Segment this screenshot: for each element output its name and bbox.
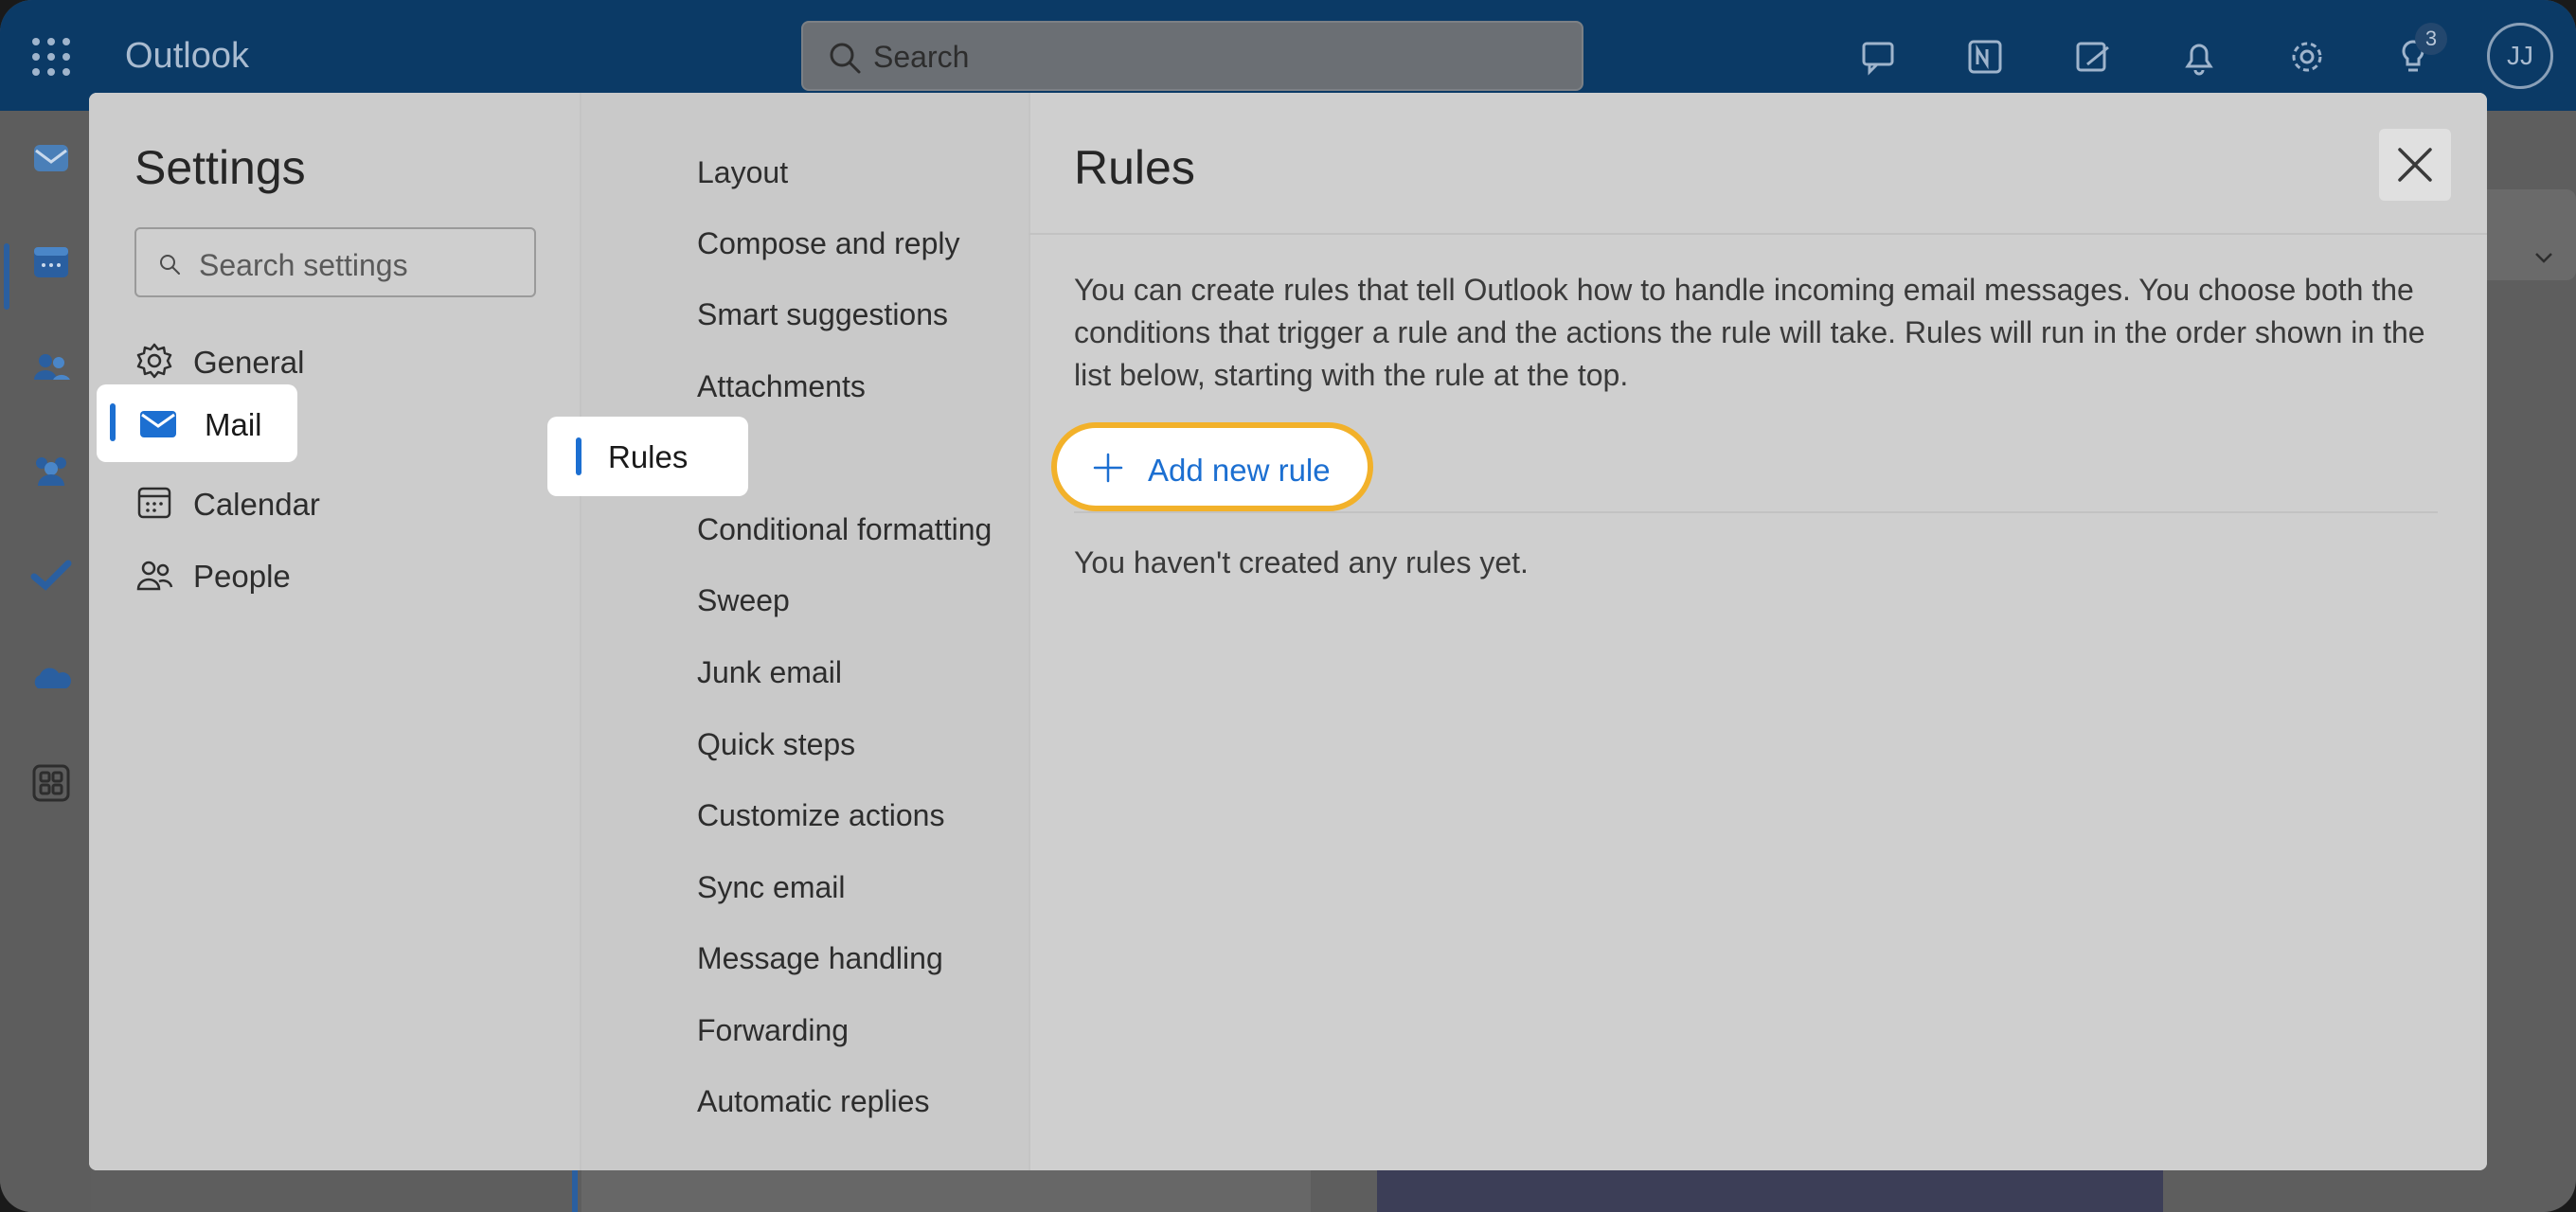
add-new-rule-label: Add new rule [1148, 453, 1331, 489]
app-rail [0, 111, 91, 1212]
section-sweep[interactable]: Sweep [697, 583, 790, 618]
section-automatic-replies[interactable]: Automatic replies [697, 1084, 929, 1119]
calendar-icon [134, 483, 174, 523]
mail-icon[interactable] [28, 135, 74, 181]
background-list [581, 1169, 1311, 1212]
page-title: Rules [1074, 140, 1195, 195]
selection-indicator [576, 437, 581, 475]
search-icon [826, 39, 864, 77]
onedrive-icon[interactable] [28, 656, 74, 702]
section-quick-steps[interactable]: Quick steps [697, 727, 855, 762]
section-layout[interactable]: Layout [697, 155, 788, 190]
chevron-down-icon [2531, 244, 2557, 271]
app-name: Outlook [125, 36, 249, 77]
section-smart-suggestions[interactable]: Smart suggestions [697, 297, 948, 332]
section-compose-and-reply[interactable]: Compose and reply [697, 226, 959, 261]
people-icon [134, 555, 174, 595]
section-forwarding[interactable]: Forwarding [697, 1013, 849, 1048]
settings-dialog: Settings Search settings General [89, 93, 2487, 1170]
section-attachments[interactable]: Attachments [697, 369, 866, 404]
list-divider [1074, 511, 2438, 513]
rail-active-indicator [4, 243, 9, 310]
settings-categories-pane: Settings Search settings General [89, 93, 580, 1170]
category-mail[interactable]: Mail [97, 384, 297, 462]
search-input[interactable]: Search [873, 40, 969, 75]
selection-indicator [110, 403, 116, 441]
section-message-handling[interactable]: Message handling [697, 941, 943, 976]
add-new-rule-button[interactable]: Add new rule [1051, 422, 1373, 511]
more-apps-icon[interactable] [28, 760, 74, 806]
section-rules[interactable]: Rules [547, 417, 748, 496]
groups-icon[interactable] [28, 448, 74, 493]
gear-icon [134, 341, 174, 381]
avatar[interactable]: JJ [2487, 23, 2553, 89]
category-label: Calendar [193, 487, 320, 523]
close-button[interactable] [2379, 129, 2451, 201]
notifications-icon[interactable] [2178, 36, 2220, 78]
category-label: Mail [205, 407, 262, 443]
tips-count-badge: 3 [2415, 23, 2447, 55]
section-conditional-formatting[interactable]: Conditional formatting [697, 512, 992, 547]
search-box[interactable]: Search [801, 21, 1583, 91]
search-icon [157, 252, 182, 276]
section-sync-email[interactable]: Sync email [697, 870, 846, 905]
teams-chat-icon[interactable] [1858, 36, 1900, 78]
close-icon [2394, 144, 2436, 186]
section-customize-actions[interactable]: Customize actions [697, 798, 944, 833]
mail-icon [138, 405, 178, 443]
category-label: General [193, 345, 304, 381]
app-frame: Outlook Search 3 JJ [0, 0, 2576, 1212]
todo-icon[interactable] [28, 552, 74, 597]
settings-search-input[interactable]: Search settings [199, 248, 408, 283]
calendar-icon[interactable] [28, 240, 74, 285]
settings-search-box[interactable]: Search settings [134, 227, 536, 297]
empty-state-message: You haven't created any rules yet. [1074, 545, 1529, 580]
background-reading-pane [1377, 1169, 2163, 1212]
rules-content-pane [1029, 93, 2487, 1170]
app-launcher-icon[interactable] [32, 38, 70, 76]
onenote-icon[interactable] [1964, 36, 2006, 78]
settings-icon[interactable] [2286, 36, 2328, 78]
section-junk-email[interactable]: Junk email [697, 655, 842, 690]
rules-description: You can create rules that tell Outlook h… [1074, 269, 2438, 397]
my-day-icon[interactable] [2072, 36, 2114, 78]
people-icon[interactable] [28, 344, 74, 389]
settings-title: Settings [134, 140, 306, 195]
header-divider [1029, 233, 2487, 235]
background-indicator [572, 1167, 578, 1212]
section-label: Rules [608, 439, 688, 475]
plus-icon [1093, 453, 1123, 483]
category-label: People [193, 559, 291, 595]
